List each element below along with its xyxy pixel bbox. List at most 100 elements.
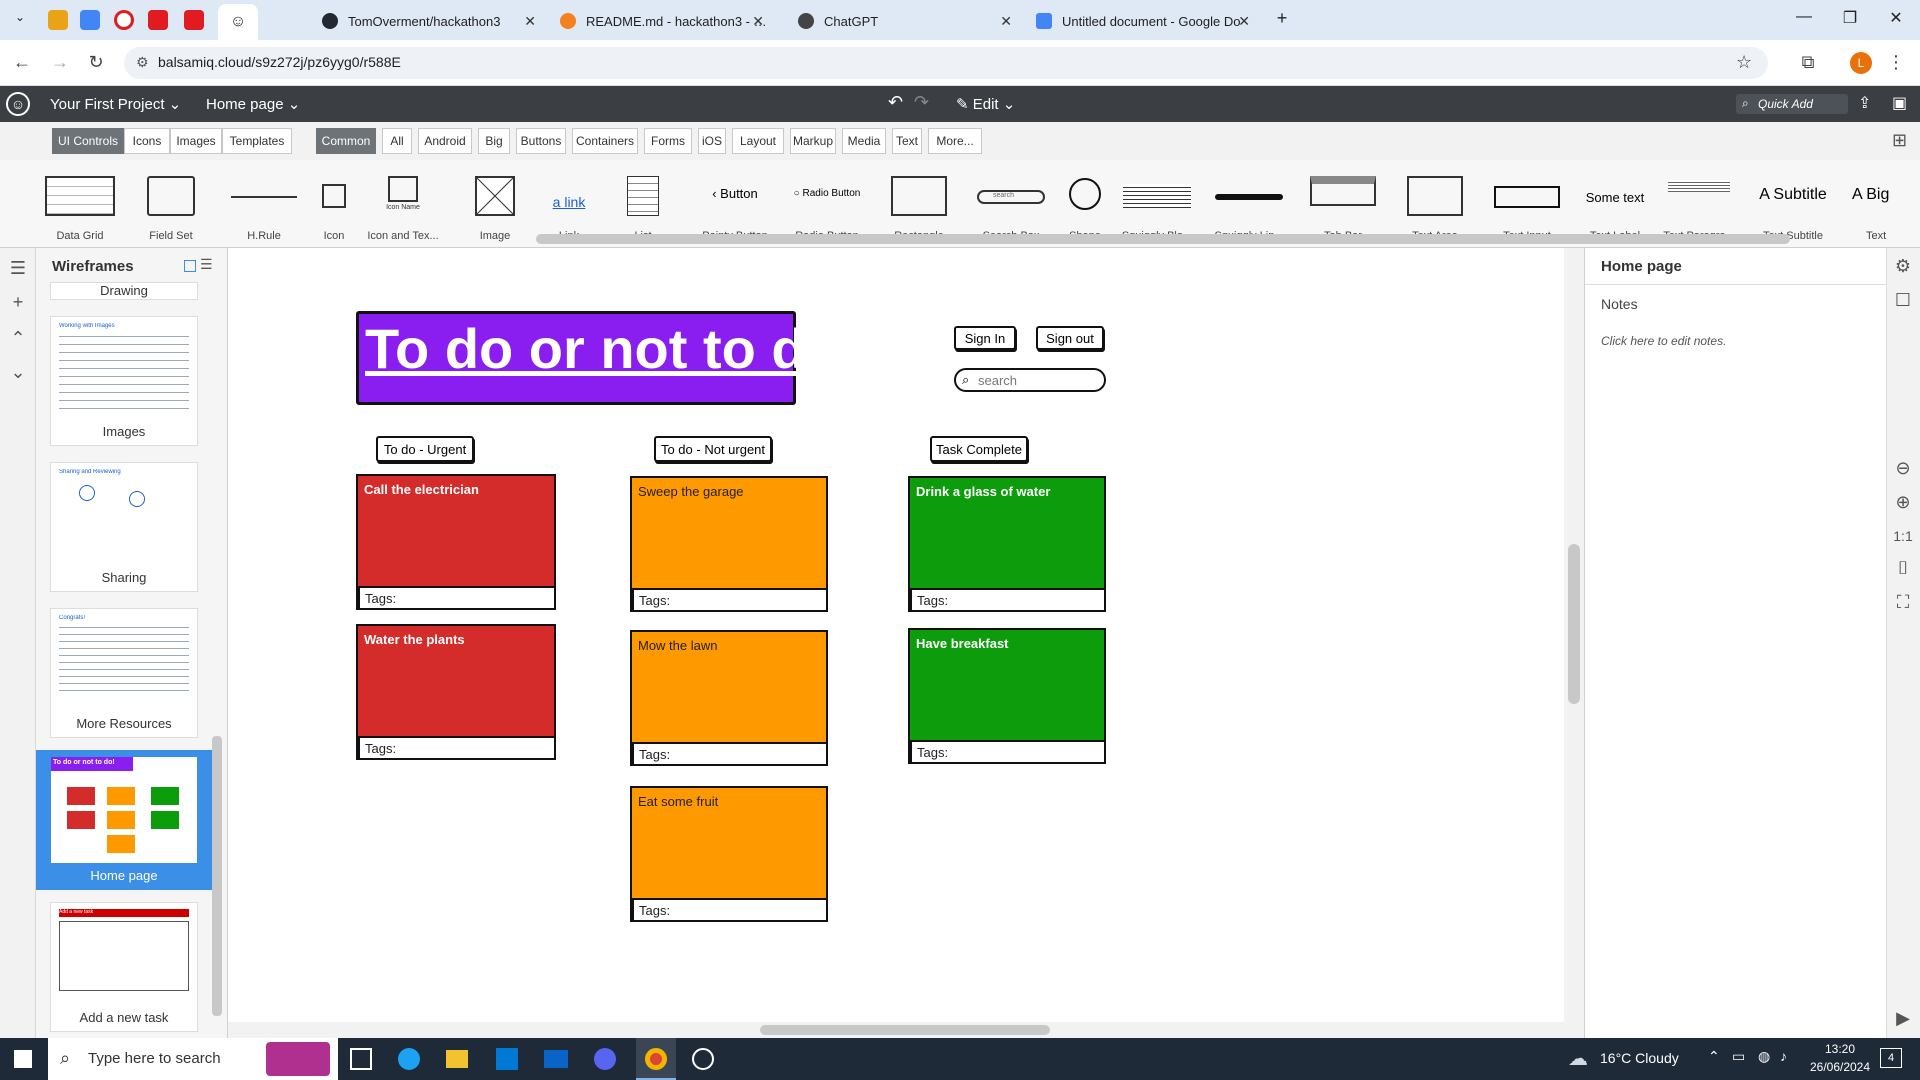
filter-android[interactable]: Android <box>418 128 472 154</box>
clock-time[interactable]: 13:20 <box>1808 1042 1872 1056</box>
component-tab-bar[interactable]: Tab Bar <box>1298 170 1388 242</box>
task-card[interactable]: Sweep the garage Tags: <box>630 476 828 612</box>
filter-text[interactable]: Text <box>892 128 922 154</box>
close-tab-icon[interactable]: ✕ <box>1238 13 1250 30</box>
wireframe-home-page[interactable]: To do or not to do! Home page <box>36 750 212 890</box>
filter-big[interactable]: Big <box>478 128 510 154</box>
pinned-tab-slack-icon[interactable] <box>48 10 68 30</box>
network-icon[interactable]: ◍ <box>1758 1048 1770 1065</box>
discord-icon[interactable] <box>594 1048 616 1070</box>
tags-field[interactable]: Tags: <box>358 736 556 760</box>
component-text-label[interactable]: Some text Text Label <box>1570 170 1660 242</box>
component-field-set[interactable]: Field Set <box>126 170 216 242</box>
task-card[interactable]: Eat some fruit Tags: <box>630 786 828 922</box>
sign-in-button[interactable]: Sign In <box>954 326 1016 350</box>
account-icon[interactable]: ▣ <box>1892 93 1907 113</box>
filter-buttons[interactable]: Buttons <box>516 128 566 154</box>
list-view-icon[interactable]: ☰ <box>200 256 213 273</box>
component-rectangle[interactable]: Rectangle <box>874 170 964 242</box>
component-icon-and-text[interactable]: Icon Name Icon and Tex... <box>358 170 448 242</box>
clock-date[interactable]: 26/06/2024 <box>1802 1060 1878 1074</box>
vertical-scroll-thumb[interactable] <box>1568 544 1580 704</box>
profile-avatar[interactable]: L <box>1850 52 1872 74</box>
taskbar-search[interactable]: ⌕ Type here to search <box>48 1038 338 1080</box>
system-tray-chevron-icon[interactable]: ⌃ <box>1708 1048 1720 1065</box>
filter-all[interactable]: All <box>382 128 412 154</box>
tab-chatgpt[interactable]: ChatGPT ✕ <box>798 6 1018 36</box>
tab-google-doc[interactable]: Untitled document - Google Do ✕ <box>1036 6 1256 36</box>
pinned-tab-youtube-icon[interactable] <box>148 10 168 30</box>
wireframe-canvas[interactable]: To do or not to do! Sign In Sign out ⌕ s… <box>228 248 1564 1038</box>
windows-start-icon[interactable] <box>14 1050 32 1068</box>
column-heading-not-urgent[interactable]: To do - Not urgent <box>654 436 772 462</box>
page-menu[interactable]: Home page ⌄ <box>206 95 300 113</box>
task-card[interactable]: Call the electrician Tags: <box>356 474 556 610</box>
sign-out-button[interactable]: Sign out <box>1036 326 1104 350</box>
presentation-play-icon[interactable]: ▶ <box>1893 1008 1913 1028</box>
tags-field[interactable]: Tags: <box>632 742 828 766</box>
comments-icon[interactable]: ☐ <box>1893 290 1913 310</box>
extensions-icon[interactable]: ⧉ <box>1796 52 1820 73</box>
back-icon[interactable]: ← <box>10 52 34 73</box>
component-squiggly-block[interactable]: Squiggly Blo... <box>1112 170 1202 242</box>
new-tab-button[interactable]: + <box>1270 8 1294 29</box>
move-down-icon[interactable]: ⌄ <box>8 362 28 382</box>
tags-field[interactable]: Tags: <box>632 898 828 922</box>
panel-toggle-icon[interactable]: ⊞ <box>1892 130 1907 151</box>
tab-templates[interactable]: Templates <box>222 128 292 154</box>
zoom-in-icon[interactable]: ⊕ <box>1893 492 1913 512</box>
minimize-icon[interactable]: — <box>1792 8 1816 26</box>
pinned-tab-calendar-icon[interactable] <box>80 10 100 30</box>
balsamiq-logo-icon[interactable]: ☺ <box>6 92 30 116</box>
close-tab-icon[interactable]: ✕ <box>524 13 536 30</box>
bookmark-star-icon[interactable]: ☆ <box>1736 52 1752 73</box>
quick-add-input[interactable]: Quick Add <box>1736 94 1848 114</box>
restore-icon[interactable]: ❐ <box>1838 8 1862 28</box>
tab-search-chevron-icon[interactable]: ⌄ <box>8 10 32 24</box>
actual-size-button[interactable]: 1:1 <box>1893 526 1913 546</box>
edge-icon[interactable] <box>398 1048 420 1070</box>
pinned-tab-opera-icon[interactable] <box>114 10 134 30</box>
notifications-icon[interactable]: 4 <box>1880 1048 1902 1068</box>
wireframe-images[interactable]: Working with Images Images <box>50 316 198 446</box>
wireframe-sharing[interactable]: Sharing and Reviewing Sharing <box>50 462 198 592</box>
component-text-paragraph[interactable]: Text Paragra... <box>1654 170 1744 242</box>
component-data-grid[interactable]: Data Grid <box>35 170 125 242</box>
search-input[interactable]: ⌕ search <box>954 368 1106 392</box>
task-card[interactable]: Water the plants Tags: <box>356 624 556 760</box>
component-text-subtitle[interactable]: A Subtitle Text Subtitle <box>1748 170 1838 242</box>
chrome-taskbar-button[interactable] <box>636 1038 676 1080</box>
filter-media[interactable]: Media <box>842 128 886 154</box>
tags-field[interactable]: Tags: <box>358 586 556 610</box>
close-tab-icon[interactable]: ✕ <box>752 13 764 30</box>
tab-balsamiq[interactable]: ☺ <box>218 4 258 40</box>
properties-icon[interactable]: ⚙ <box>1893 256 1913 276</box>
redo-icon[interactable]: ↷ <box>914 92 929 113</box>
component-radio-button[interactable]: ○ Radio Button Radio Button <box>782 170 872 242</box>
store-icon[interactable] <box>496 1048 518 1070</box>
meet-now-icon[interactable]: ▭ <box>1732 1048 1745 1065</box>
browser-menu-icon[interactable]: ⋮ <box>1884 52 1908 73</box>
reload-icon[interactable]: ↻ <box>84 52 108 73</box>
tab-ui-controls[interactable]: UI Controls <box>52 128 124 154</box>
forward-icon[interactable]: → <box>48 52 72 73</box>
snipping-tool-icon[interactable] <box>692 1048 714 1070</box>
tags-field[interactable]: Tags: <box>910 740 1106 764</box>
component-pointy-button[interactable]: ‹ Button Pointy Button <box>690 170 780 242</box>
close-tab-icon[interactable]: ✕ <box>1000 13 1012 30</box>
filter-common[interactable]: Common <box>316 128 376 154</box>
filter-ios[interactable]: iOS <box>698 128 726 154</box>
pinned-tab-youtube-icon-2[interactable] <box>184 10 204 30</box>
tab-images[interactable]: Images <box>170 128 222 154</box>
volume-icon[interactable]: ♪ <box>1780 1048 1787 1064</box>
fullscreen-icon[interactable]: ⛶ <box>1893 592 1913 612</box>
wireframe-add-task[interactable]: Add a new task Add a new task <box>50 902 198 1032</box>
weather-text[interactable]: 16°C Cloudy <box>1600 1050 1679 1066</box>
undo-icon[interactable]: ↶ <box>888 92 903 113</box>
tab-github[interactable]: TomOverment/hackathon3 ✕ <box>322 6 542 36</box>
zoom-out-icon[interactable]: ⊖ <box>1893 458 1913 478</box>
move-up-icon[interactable]: ⌃ <box>8 328 28 348</box>
navigator-icon[interactable]: ☰ <box>8 258 28 278</box>
add-wireframe-icon[interactable]: + <box>8 292 28 312</box>
component-list[interactable]: List <box>598 170 688 242</box>
